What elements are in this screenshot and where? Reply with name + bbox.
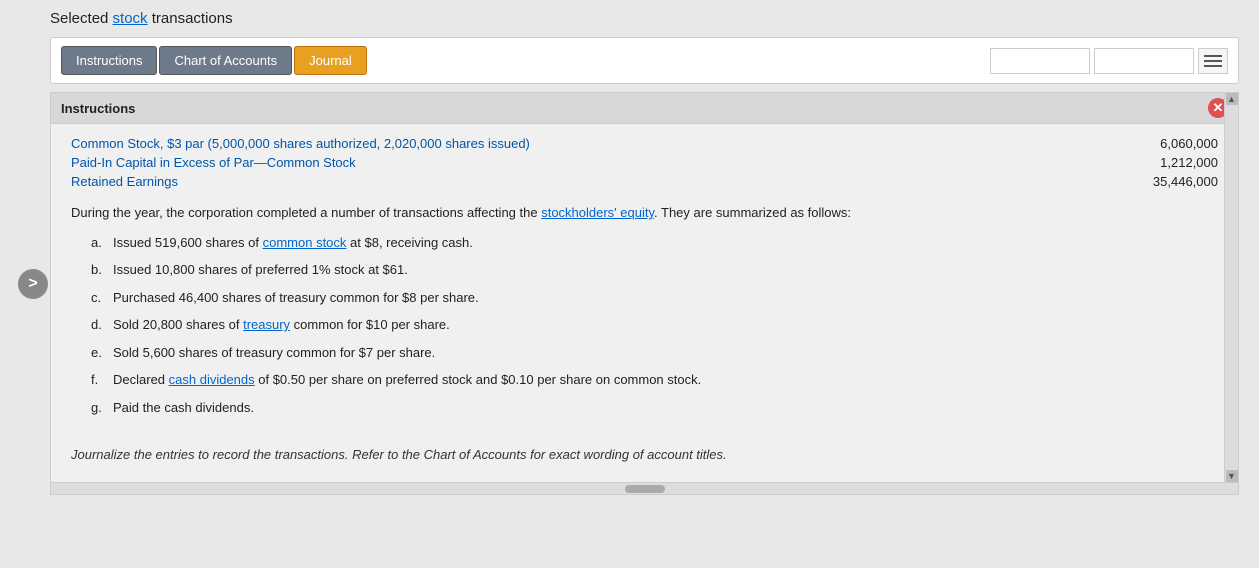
list-item: e. Sold 5,600 shares of treasury common …: [91, 343, 1218, 363]
trans-text-f: Declared cash dividends of $0.50 per sha…: [113, 370, 701, 390]
tab-chart-of-accounts[interactable]: Chart of Accounts: [159, 46, 292, 75]
trans-label-c: c.: [91, 288, 107, 308]
trans-label-e: e.: [91, 343, 107, 363]
journalize-text: Journalize the entries to record the tra…: [71, 447, 1218, 462]
account-name-1: Common Stock, $3 par (5,000,000 shares a…: [71, 136, 530, 151]
description-text: During the year, the corporation complet…: [71, 203, 1218, 223]
list-item: g. Paid the cash dividends.: [91, 398, 1218, 418]
scrollbar-thumb-h: [625, 485, 665, 493]
trans-label-d: d.: [91, 315, 107, 335]
page-wrapper: > Selected stock transactions Instructio…: [0, 0, 1259, 568]
list-item: f. Declared cash dividends of $0.50 per …: [91, 370, 1218, 390]
instructions-content: Common Stock, $3 par (5,000,000 shares a…: [51, 124, 1238, 482]
list-item: a. Issued 519,600 shares of common stock…: [91, 233, 1218, 253]
menu-line-3: [1204, 65, 1222, 67]
tab-instructions[interactable]: Instructions: [61, 46, 157, 75]
trans-label-f: f.: [91, 370, 107, 390]
menu-button[interactable]: [1198, 48, 1228, 74]
scrollbar-right[interactable]: ▲ ▼: [1224, 93, 1238, 482]
search-input-2[interactable]: [1094, 48, 1194, 74]
header-suffix: transactions: [148, 10, 233, 27]
table-row: Common Stock, $3 par (5,000,000 shares a…: [71, 134, 1218, 153]
trans-label-b: b.: [91, 260, 107, 280]
trans-text-a: Issued 519,600 shares of common stock at…: [113, 233, 473, 253]
treasury-link[interactable]: treasury: [243, 317, 290, 332]
stock-link[interactable]: stock: [113, 10, 148, 27]
menu-line-2: [1204, 60, 1222, 62]
common-stock-link[interactable]: common stock: [263, 235, 347, 250]
account-name-3: Retained Earnings: [71, 174, 178, 189]
cash-dividends-link[interactable]: cash dividends: [169, 372, 255, 387]
header-prefix: Selected: [50, 10, 113, 27]
instructions-header: Instructions ✕: [51, 93, 1238, 124]
account-value-3: 35,446,000: [1118, 174, 1218, 189]
tab-journal[interactable]: Journal: [294, 46, 367, 75]
table-row: Paid-In Capital in Excess of Par—Common …: [71, 153, 1218, 172]
account-value-2: 1,212,000: [1118, 155, 1218, 170]
trans-label-a: a.: [91, 233, 107, 253]
trans-text-d: Sold 20,800 shares of treasury common fo…: [113, 315, 450, 335]
menu-line-1: [1204, 55, 1222, 57]
transactions-list: a. Issued 519,600 shares of common stock…: [91, 233, 1218, 418]
tab-buttons: Instructions Chart of Accounts Journal: [61, 46, 990, 75]
tab-bar-right: [990, 48, 1228, 74]
scrollbar-bottom[interactable]: [51, 482, 1238, 494]
list-item: d. Sold 20,800 shares of treasury common…: [91, 315, 1218, 335]
account-value-1: 6,060,000: [1118, 136, 1218, 151]
instructions-panel: Instructions ✕ Common Stock, $3 par (5,0…: [50, 92, 1239, 495]
page-header: Selected stock transactions: [50, 10, 1239, 27]
instructions-title: Instructions: [61, 101, 135, 116]
table-row: Retained Earnings 35,446,000: [71, 172, 1218, 191]
scroll-down-arrow[interactable]: ▼: [1226, 470, 1238, 482]
trans-text-c: Purchased 46,400 shares of treasury comm…: [113, 288, 479, 308]
tab-bar-container: Instructions Chart of Accounts Journal: [50, 37, 1239, 84]
account-name-2: Paid-In Capital in Excess of Par—Common …: [71, 155, 356, 170]
scroll-up-arrow[interactable]: ▲: [1226, 93, 1238, 105]
trans-label-g: g.: [91, 398, 107, 418]
accounts-table: Common Stock, $3 par (5,000,000 shares a…: [71, 134, 1218, 191]
search-input[interactable]: [990, 48, 1090, 74]
list-item: c. Purchased 46,400 shares of treasury c…: [91, 288, 1218, 308]
nav-arrow-button[interactable]: >: [18, 269, 48, 299]
trans-text-b: Issued 10,800 shares of preferred 1% sto…: [113, 260, 408, 280]
list-item: b. Issued 10,800 shares of preferred 1% …: [91, 260, 1218, 280]
stockholders-equity-link[interactable]: stockholders' equity: [541, 205, 654, 220]
trans-text-g: Paid the cash dividends.: [113, 398, 254, 418]
trans-text-e: Sold 5,600 shares of treasury common for…: [113, 343, 435, 363]
